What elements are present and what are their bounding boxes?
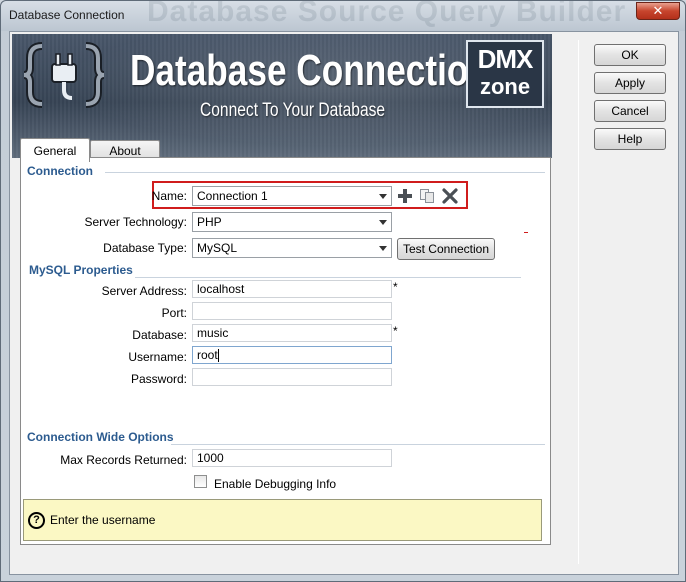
- dialog-client-area: Database Connection Connect To Your Data…: [9, 31, 679, 575]
- username-input[interactable]: root: [192, 346, 392, 364]
- chevron-down-icon: [379, 194, 387, 199]
- server-technology-select[interactable]: PHP: [192, 212, 392, 232]
- test-connection-button[interactable]: Test Connection: [397, 238, 495, 260]
- password-input[interactable]: [192, 368, 392, 386]
- database-type-label: Database Type:: [103, 241, 187, 255]
- text-caret: [217, 349, 219, 363]
- server-address-input[interactable]: localhost: [192, 280, 392, 298]
- dmxzone-logo-bottom: zone: [479, 74, 531, 99]
- help-question-icon: ?: [28, 512, 45, 529]
- ok-button[interactable]: OK: [594, 44, 666, 66]
- tab-general[interactable]: General: [20, 138, 90, 162]
- connection-name-select[interactable]: Connection 1: [192, 186, 392, 206]
- connection-separator: [105, 172, 545, 173]
- connection-section-title: Connection: [27, 164, 93, 178]
- server-address-required-mark: *: [393, 280, 398, 294]
- delete-icon[interactable]: [442, 188, 458, 204]
- help-button[interactable]: Help: [594, 128, 666, 150]
- dmxzone-logo: DMX zone: [466, 40, 544, 108]
- max-records-label: Max Records Returned:: [60, 453, 187, 467]
- vertical-divider: [578, 40, 579, 564]
- password-label: Password:: [130, 372, 187, 386]
- chevron-down-icon: [379, 220, 387, 225]
- debugging-checkbox[interactable]: [194, 475, 207, 488]
- wide-options-section-title: Connection Wide Options: [27, 430, 174, 444]
- connection-name-value: Connection 1: [197, 189, 268, 203]
- plug-logo-icon: [23, 42, 105, 108]
- close-button[interactable]: ✕: [636, 2, 680, 20]
- database-input[interactable]: music: [192, 324, 392, 342]
- debugging-label: Enable Debugging Info: [214, 477, 337, 491]
- wide-options-separator: [171, 444, 545, 445]
- apply-button[interactable]: Apply: [594, 72, 666, 94]
- help-text: Enter the username: [50, 513, 156, 527]
- banner-subtitle: Connect To Your Database: [200, 100, 386, 121]
- general-panel: Connection Name: Connection 1 Server Tec…: [20, 157, 551, 545]
- title-bar[interactable]: Database Source Query Builder Database C…: [1, 1, 685, 31]
- server-technology-label: Server Technology:: [84, 215, 187, 229]
- dmxzone-logo-top: DMX: [477, 44, 534, 74]
- dialog-window: Database Source Query Builder Database C…: [0, 0, 686, 582]
- chevron-down-icon: [379, 246, 387, 251]
- database-type-select[interactable]: MySQL: [192, 238, 392, 258]
- duplicate-icon[interactable]: [419, 188, 435, 204]
- mysql-separator: [135, 277, 521, 278]
- max-records-input[interactable]: 1000: [192, 449, 392, 467]
- mysql-section-title: MySQL Properties: [29, 263, 133, 277]
- cancel-button[interactable]: Cancel: [594, 100, 666, 122]
- help-bar: ? Enter the username: [23, 499, 542, 541]
- close-icon: ✕: [652, 3, 664, 18]
- window-title: Database Connection: [9, 8, 125, 22]
- database-required-mark: *: [393, 324, 398, 338]
- database-label: Database:: [132, 328, 187, 342]
- add-icon[interactable]: [397, 188, 413, 204]
- title-ghost-text: Database Source Query Builder: [147, 1, 627, 28]
- database-type-value: MySQL: [197, 241, 238, 255]
- red-tick-mark: [524, 232, 528, 233]
- server-address-label: Server Address:: [101, 284, 187, 298]
- username-label: Username:: [128, 350, 187, 364]
- port-input[interactable]: [192, 302, 392, 320]
- port-label: Port:: [161, 306, 187, 320]
- server-technology-value: PHP: [197, 215, 222, 229]
- banner-title: Database Connection: [130, 46, 490, 95]
- name-label: Name:: [151, 189, 187, 203]
- username-value: root: [197, 348, 218, 362]
